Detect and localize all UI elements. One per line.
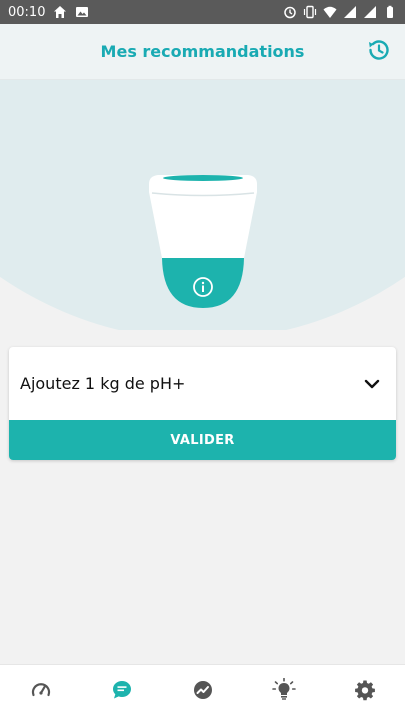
history-icon	[366, 37, 392, 68]
alarm-icon	[283, 5, 297, 19]
status-time: 00:10	[8, 4, 46, 20]
info-button[interactable]	[191, 275, 215, 299]
nav-item-dashboard[interactable]	[19, 671, 63, 715]
gauge-icon	[30, 679, 52, 706]
gear-icon	[354, 679, 376, 706]
home-icon	[53, 5, 67, 19]
nav-item-recommendations[interactable]	[100, 671, 144, 715]
hero-area	[0, 80, 405, 330]
bottom-nav	[0, 664, 405, 720]
lightbulb-icon	[271, 677, 296, 707]
trend-chart-icon	[192, 679, 214, 706]
chat-bubble-icon	[111, 679, 133, 706]
recommendation-card: Ajoutez 1 kg de pH+ VALIDER	[9, 347, 396, 460]
image-icon	[75, 5, 89, 19]
recommendation-text: Ajoutez 1 kg de pH+	[20, 374, 186, 393]
history-button[interactable]	[363, 36, 395, 68]
page-title: Mes recommandations	[100, 42, 305, 61]
recommendation-dropdown[interactable]: Ajoutez 1 kg de pH+	[9, 347, 396, 420]
vibrate-icon	[303, 5, 317, 19]
signal-icon	[363, 5, 377, 19]
nav-item-settings[interactable]	[343, 671, 387, 715]
chevron-down-icon	[360, 372, 384, 396]
nav-item-trends[interactable]	[181, 671, 225, 715]
app-header: Mes recommandations	[0, 24, 405, 80]
status-bar: 00:10	[0, 0, 405, 24]
battery-icon	[383, 5, 397, 19]
signal-icon	[343, 5, 357, 19]
info-icon	[191, 277, 215, 303]
wifi-icon	[323, 5, 337, 19]
nav-item-tips[interactable]	[262, 671, 306, 715]
validate-button[interactable]: VALIDER	[9, 420, 396, 460]
